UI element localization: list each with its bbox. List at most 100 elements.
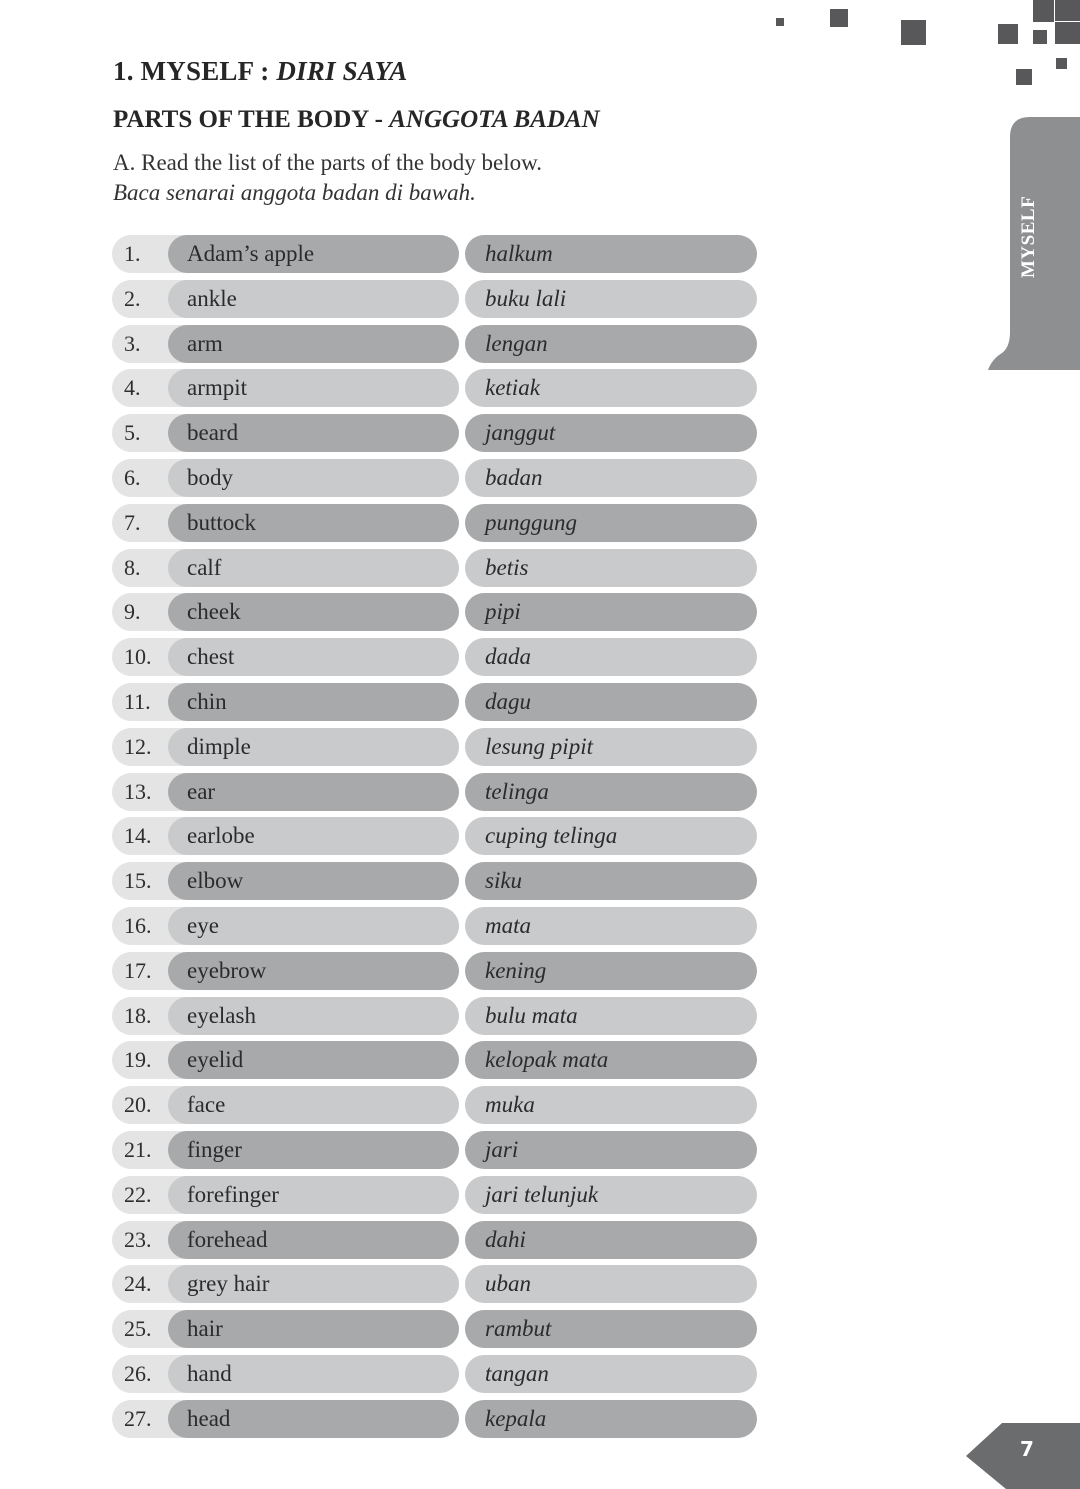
item-english: eyelid [187,1047,244,1073]
item-english-pill: hair [168,1310,459,1349]
item-malay-pill: lengan [465,324,757,363]
item-english-pill: buttock [168,503,459,542]
item-english: hair [187,1316,223,1342]
item-english: dimple [187,733,251,759]
item-malay: telinga [485,778,549,804]
item-number: 5. [124,420,141,446]
item-number: 16. [124,912,152,938]
item-malay-pill: jari [465,1130,757,1169]
item-outer-pill: 10. chest [112,638,459,677]
item-number: 13. [124,778,152,804]
item-outer-pill: 6. body [112,458,459,497]
section-title-en: PARTS OF THE BODY - [113,106,390,133]
item-outer-pill: 13. ear [112,772,459,811]
item-malay: dahi [485,1226,526,1252]
item-malay-pill: halkum [465,235,757,273]
item-english: face [187,1092,226,1118]
item-malay-pill: uban [465,1265,757,1304]
item-english: earlobe [187,823,255,849]
item-malay: lesung pipit [485,733,593,759]
item-english: hand [187,1360,232,1386]
item-malay-pill: jari telunjuk [465,1175,757,1214]
item-outer-pill: 21. finger [112,1130,459,1169]
item-malay: kelopak mata [485,1047,609,1073]
item-malay-pill: rambut [465,1310,757,1349]
item-number: 22. [124,1181,152,1207]
item-malay-pill: punggung [465,503,757,542]
item-malay: cuping telinga [485,823,618,849]
item-english-pill: earlobe [168,817,459,856]
item-english-pill: beard [168,414,459,453]
item-outer-pill: 17. eyebrow [112,951,459,990]
item-english: armpit [187,375,248,401]
item-outer-pill: 23. forehead [112,1220,459,1259]
list-item: 21. finger jari [112,1130,758,1169]
item-english-pill: chest [168,638,459,677]
list-item: 10. chest dada [112,638,758,677]
item-number: 14. [124,823,152,849]
item-malay-pill: muka [465,1086,757,1125]
item-malay: ketiak [485,375,540,401]
item-outer-pill: 25. hair [112,1310,459,1349]
instruction-en: A. Read the list of the parts of the bod… [113,150,543,175]
item-english: chin [187,688,227,714]
item-number: 11. [124,688,151,714]
list-item: 3. arm lengan [112,324,758,363]
list-item: 27. head kepala [112,1399,758,1438]
item-number: 26. [124,1360,152,1386]
item-outer-pill: 4. armpit [112,369,459,408]
item-number: 25. [124,1316,152,1342]
decor-square [1016,69,1032,85]
chapter-title: 1. MYSELF : DIRI SAYA [113,56,408,87]
item-malay-pill: cuping telinga [465,817,757,856]
item-number: 12. [124,733,152,759]
item-number: 18. [124,1002,152,1028]
list-item: 20. face muka [112,1086,758,1125]
decor-square [1055,0,1080,21]
item-english: eyelash [187,1002,256,1028]
item-outer-pill: 14. earlobe [112,817,459,856]
list-item: 6. body badan [112,458,758,497]
item-english: calf [187,554,222,580]
item-malay-pill: dagu [465,682,757,721]
item-malay-pill: siku [465,862,757,901]
item-number: 17. [124,957,152,983]
item-malay: kepala [485,1405,547,1431]
item-number: 27. [124,1405,152,1431]
item-outer-pill: 9. cheek [112,593,459,632]
item-outer-pill: 18. eyelash [112,996,459,1035]
item-english-pill: Adam’s apple [168,235,459,273]
list-item: 4. armpit ketiak [112,369,758,408]
item-malay: janggut [485,420,556,446]
item-english: grey hair [187,1271,270,1297]
item-number: 20. [124,1092,152,1118]
list-item: 12. dimple lesung pipit [112,727,758,766]
item-english-pill: cheek [168,593,459,632]
item-malay: tangan [485,1360,549,1386]
item-outer-pill: 2. ankle [112,279,459,318]
side-tab-label: MYSELF [1018,195,1039,278]
list-item: 18. eyelash bulu mata [112,996,758,1035]
item-english-pill: eye [168,906,459,945]
item-outer-pill: 19. eyelid [112,1041,459,1080]
item-english-pill: armpit [168,369,459,408]
item-english: forehead [187,1226,268,1252]
item-english: finger [187,1136,242,1162]
item-outer-pill: 12. dimple [112,727,459,766]
item-malay-pill: pipi [465,593,757,632]
list-item: 22. forefinger jari telunjuk [112,1175,758,1214]
item-english: elbow [187,868,244,894]
item-malay-pill: badan [465,458,757,497]
section-title: PARTS OF THE BODY - ANGGOTA BADAN [113,106,600,134]
item-outer-pill: 27. head [112,1399,459,1438]
item-malay: muka [485,1092,535,1118]
item-malay: pipi [485,599,521,625]
item-english: beard [187,420,239,446]
decor-square [1056,58,1067,69]
item-malay-pill: dada [465,638,757,677]
item-malay-pill: buku lali [465,279,757,318]
item-english: buttock [187,509,256,535]
item-malay: rambut [485,1316,552,1342]
item-malay: uban [485,1271,531,1297]
item-number: 23. [124,1226,152,1252]
